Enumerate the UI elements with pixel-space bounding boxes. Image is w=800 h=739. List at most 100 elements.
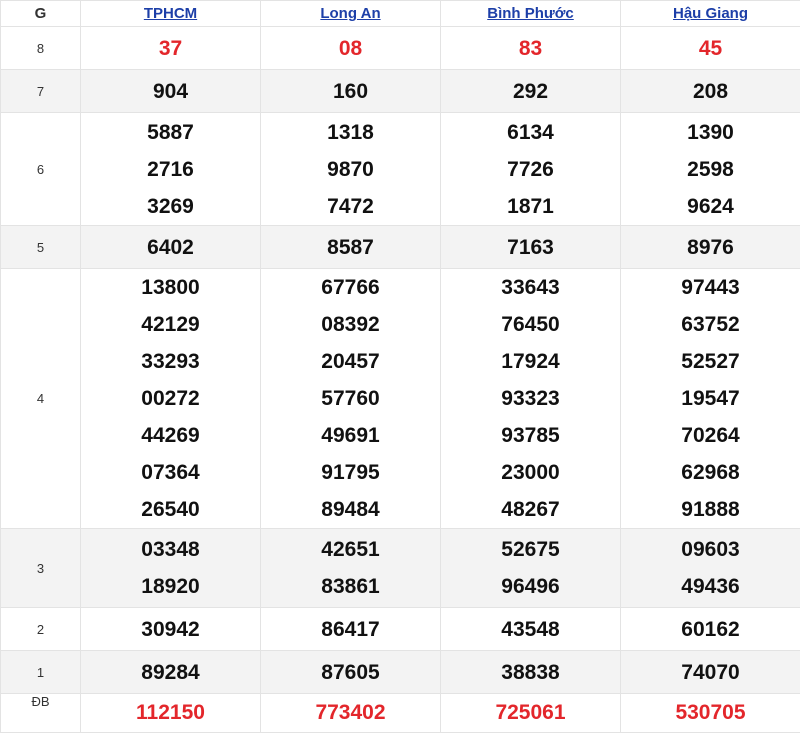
result-number: 112150: [136, 701, 205, 724]
result-cell: 292: [440, 69, 621, 113]
lottery-results-table: G TPHCM Long An Bình Phước Hậu Giang 8 37…: [0, 0, 800, 733]
result-number: 52527: [681, 350, 740, 373]
result-number: 33293: [141, 350, 200, 373]
result-cell: 45: [620, 26, 800, 70]
prize-label: 2: [0, 607, 81, 651]
result-number: 48267: [501, 498, 560, 521]
result-cell: 87605: [260, 650, 441, 694]
result-cell: 13800 42129 33293 00272 44269 07364 26540: [80, 268, 261, 529]
result-number: 03348: [141, 538, 200, 561]
result-number: 9870: [327, 157, 374, 181]
result-number: 07364: [141, 461, 200, 484]
result-number: 91888: [681, 498, 740, 521]
result-number: 08392: [321, 313, 380, 336]
result-cell: 67766 08392 20457 57760 49691 91795 89484: [260, 268, 441, 529]
province-header: TPHCM: [80, 0, 261, 27]
result-number: 42129: [141, 313, 200, 336]
result-cell: 6402: [80, 225, 261, 269]
prize-row: 3 03348 18920 42651 83861 52675 96496 09603 4943…: [0, 528, 800, 608]
result-number: 19547: [681, 387, 740, 410]
result-number: 49691: [321, 424, 380, 447]
result-number: 44269: [141, 424, 200, 447]
result-number: 08: [338, 36, 363, 60]
prize-label: 6: [0, 112, 81, 226]
result-cell: 03348 18920: [80, 528, 261, 608]
result-number: 530705: [675, 701, 746, 724]
result-number: 52675: [501, 538, 560, 561]
prize-column-header: G: [0, 0, 81, 27]
result-cell: 7163: [440, 225, 621, 269]
result-number: 3269: [147, 194, 194, 218]
province-header: Hậu Giang: [620, 0, 800, 27]
result-number: 93323: [501, 387, 560, 410]
result-number: 43548: [501, 617, 560, 641]
province-link-tphcm[interactable]: TPHCM: [144, 5, 197, 22]
result-number: 904: [152, 79, 189, 103]
result-number: 1390: [687, 120, 734, 144]
result-number: 1318: [327, 120, 374, 144]
result-number: 57760: [321, 387, 380, 410]
result-cell: 8587: [260, 225, 441, 269]
prize-row: 2 30942 86417 43548 60162: [0, 607, 800, 651]
result-number: 773402: [315, 701, 386, 724]
result-cell: 38838: [440, 650, 621, 694]
result-cell: 37: [80, 26, 261, 70]
prize-row: ĐB 112150 773402 725061 530705: [0, 693, 800, 733]
prize-label: ĐB: [0, 693, 81, 733]
result-number: 83861: [321, 575, 380, 598]
province-link-hau-giang[interactable]: Hậu Giang: [673, 5, 748, 22]
result-number: 7472: [327, 194, 374, 218]
result-number: 18920: [141, 575, 200, 598]
prize-label: 3: [0, 528, 81, 608]
result-cell: 725061: [440, 693, 621, 733]
province-link-binh-phuoc[interactable]: Bình Phước: [487, 5, 574, 22]
result-number: 74070: [681, 660, 740, 684]
prize-row: 7 904 160 292 208: [0, 69, 800, 113]
prize-label: 8: [0, 26, 81, 70]
prize-label: 4: [0, 268, 81, 529]
prize-row: 5 6402 8587 7163 8976: [0, 225, 800, 269]
result-cell: 1390 2598 9624: [620, 112, 800, 226]
result-number: 292: [512, 79, 549, 103]
result-number: 725061: [495, 701, 566, 724]
result-number: 5887: [147, 120, 194, 144]
result-number: 96496: [501, 575, 560, 598]
result-number: 8587: [327, 235, 374, 259]
result-cell: 97443 63752 52527 19547 70264 62968 91888: [620, 268, 800, 529]
result-cell: 30942: [80, 607, 261, 651]
result-number: 49436: [681, 575, 740, 598]
result-cell: 74070: [620, 650, 800, 694]
header-row: G TPHCM Long An Bình Phước Hậu Giang: [0, 0, 800, 27]
result-cell: 43548: [440, 607, 621, 651]
result-number: 00272: [141, 387, 200, 410]
result-number: 93785: [501, 424, 560, 447]
result-number: 1871: [507, 194, 554, 218]
result-number: 83: [518, 36, 543, 60]
result-number: 89284: [141, 660, 200, 684]
result-number: 67766: [321, 276, 380, 299]
prize-row: 1 89284 87605 38838 74070: [0, 650, 800, 694]
result-number: 2716: [147, 157, 194, 181]
result-number: 6402: [147, 235, 194, 259]
result-number: 7163: [507, 235, 554, 259]
result-number: 42651: [321, 538, 380, 561]
result-number: 13800: [141, 276, 200, 299]
result-number: 91795: [321, 461, 380, 484]
result-cell: 86417: [260, 607, 441, 651]
province-header: Bình Phước: [440, 0, 621, 27]
result-number: 86417: [321, 617, 380, 641]
province-link-long-an[interactable]: Long An: [320, 5, 380, 22]
result-number: 17924: [501, 350, 560, 373]
result-cell: 42651 83861: [260, 528, 441, 608]
result-number: 208: [692, 79, 729, 103]
province-header: Long An: [260, 0, 441, 27]
result-cell: 1318 9870 7472: [260, 112, 441, 226]
result-cell: 89284: [80, 650, 261, 694]
result-number: 63752: [681, 313, 740, 336]
result-cell: 08: [260, 26, 441, 70]
result-number: 26540: [141, 498, 200, 521]
result-cell: 208: [620, 69, 800, 113]
result-cell: 09603 49436: [620, 528, 800, 608]
result-cell: 773402: [260, 693, 441, 733]
result-number: 38838: [501, 660, 560, 684]
